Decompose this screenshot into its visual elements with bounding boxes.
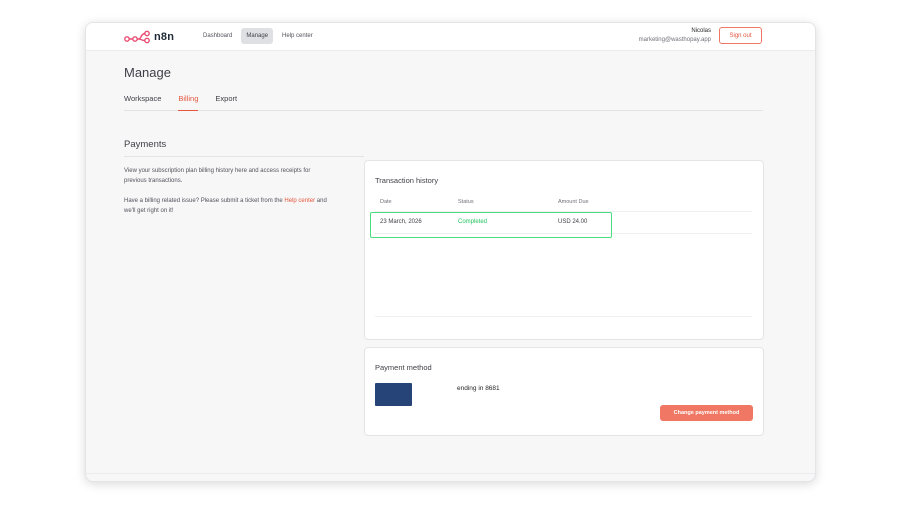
app-window: n8n Dashboard Manage Help center Nicolas… [85, 22, 816, 482]
nav-manage[interactable]: Manage [241, 28, 274, 44]
user-email: marketing@wasthopay.app [638, 37, 711, 43]
billing-history-text: View your subscription plan billing hist… [124, 168, 311, 184]
logo-text: n8n [154, 31, 175, 43]
section-divider [124, 156, 364, 157]
payment-method-card: Payment method ending in 8681 Change pay… [364, 347, 764, 436]
card-ending-text: ending in 8681 [457, 385, 500, 392]
change-payment-method-button[interactable]: Change payment method [660, 405, 753, 421]
nav-dashboard[interactable]: Dashboard [198, 28, 237, 44]
user-name: Nicolas [691, 28, 711, 34]
credit-card-icon [375, 383, 412, 406]
tab-workspace[interactable]: Workspace [124, 89, 161, 111]
nav-help-center[interactable]: Help center [277, 28, 318, 44]
user-info: Nicolas marketing@wasthopay.app [639, 27, 711, 45]
n8n-logo[interactable]: n8n [124, 28, 174, 46]
footer-divider [86, 473, 815, 474]
column-header-status: Status [458, 199, 474, 205]
manage-tabs: Workspace Billing Export [124, 89, 763, 111]
table-footer-divider [375, 316, 752, 317]
transaction-history-title: Transaction history [375, 176, 439, 185]
top-navigation-bar: n8n Dashboard Manage Help center Nicolas… [86, 23, 815, 51]
transaction-history-card: Transaction history Date Status Amount D… [364, 160, 764, 340]
page-title: Manage [124, 65, 171, 80]
row-highlight-box [370, 212, 612, 238]
issue-prefix: Have a billing related issue? Please sub… [124, 198, 285, 204]
billing-issue-text: Have a billing related issue? Please sub… [124, 196, 329, 216]
column-header-amount-due: Amount Due [558, 199, 589, 205]
main-nav: Dashboard Manage Help center [198, 28, 318, 44]
column-header-date: Date [380, 199, 392, 205]
n8n-logo-icon [124, 30, 150, 44]
sign-out-button[interactable]: Sign out [719, 27, 762, 44]
tab-billing[interactable]: Billing [178, 89, 199, 111]
payments-title: Payments [124, 139, 167, 150]
help-center-link[interactable]: Help center [284, 198, 315, 204]
payments-description: View your subscription plan billing hist… [124, 166, 329, 226]
payment-method-title: Payment method [375, 363, 432, 372]
tab-export[interactable]: Export [215, 89, 237, 111]
